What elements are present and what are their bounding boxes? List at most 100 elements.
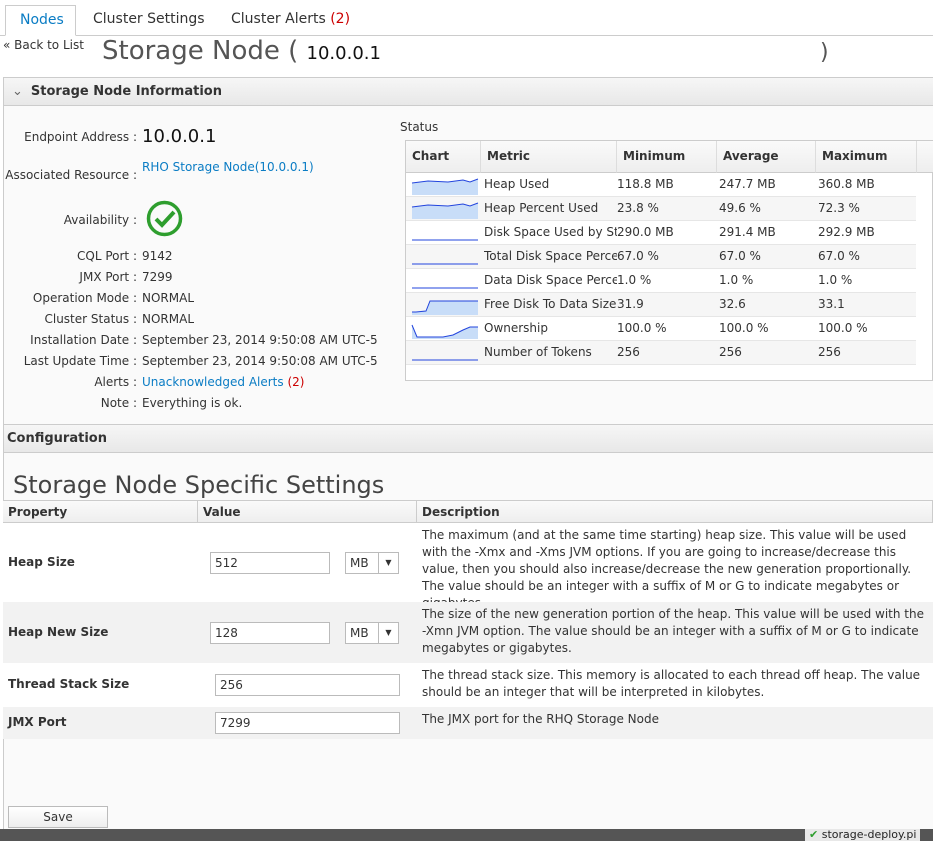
metric-max: 360.8 MB — [818, 177, 875, 191]
back-to-list-link[interactable]: « Back to List — [3, 38, 84, 52]
metric-min: 31.9 — [617, 297, 644, 311]
metric-name: Heap Used — [484, 177, 550, 191]
status-row[interactable]: Number of Tokens 256 256 256 — [406, 341, 916, 365]
check-circle-icon — [146, 200, 183, 240]
status-table: Chart Metric Minimum Average Maximum Hea… — [405, 140, 933, 381]
tab-label: Nodes — [20, 12, 64, 28]
property-name: Thread Stack Size — [8, 677, 130, 691]
status-row[interactable]: Total Disk Space Percer 67.0 % 67.0 % 67… — [406, 245, 916, 269]
metric-avg: 1.0 % — [719, 273, 754, 287]
metric-avg: 32.6 — [719, 297, 746, 311]
status-label: Status — [400, 120, 439, 134]
status-row[interactable]: Heap Used 118.8 MB 247.7 MB 360.8 MB — [406, 173, 916, 197]
title-address: 10.0.0.1 — [306, 43, 381, 64]
config-row: Heap New Size 128 MB ▼ The size of the ne… — [3, 602, 933, 663]
save-button[interactable]: Save — [8, 806, 108, 828]
sparkline-chart — [412, 239, 478, 241]
jmx-port: 7299 — [142, 270, 173, 284]
metric-name: Number of Tokens — [484, 345, 592, 359]
field-label: Availability : — [63, 213, 137, 227]
metric-min: 1.0 % — [617, 273, 652, 287]
title-prefix: Storage Node ( — [102, 36, 299, 66]
status-row[interactable]: Free Disk To Data Size F 31.9 32.6 33.1 — [406, 293, 916, 317]
sparkline-chart — [411, 178, 479, 195]
section-title: Configuration — [7, 431, 107, 446]
metric-name: Ownership — [484, 321, 548, 335]
field-label: CQL Port : — [77, 249, 137, 263]
field-label: Note : — [100, 396, 137, 410]
page-title: Storage Node ( 10.0.0.1 — [102, 36, 381, 66]
tab-label: Cluster Alerts — [231, 11, 326, 27]
field-label: Operation Mode : — [32, 291, 137, 305]
alert-count: (2) — [330, 11, 351, 27]
metric-max: 256 — [818, 345, 841, 359]
metric-avg: 100.0 % — [719, 321, 769, 335]
check-icon: ✔ — [809, 828, 819, 841]
sparkline-chart — [412, 300, 478, 315]
field-label: Installation Date : — [30, 333, 137, 347]
unacknowledged-alerts-link[interactable]: Unacknowledged Alerts — [142, 375, 284, 389]
cql-port: 9142 — [142, 249, 173, 263]
cluster-status: NORMAL — [142, 312, 195, 326]
field-label: Associated Resource : — [5, 168, 137, 182]
property-description: The maximum (and at the same time starti… — [422, 528, 912, 610]
column-header[interactable]: Chart — [406, 141, 481, 173]
installation-date: September 23, 2014 9:50:08 AM UTC-5 — [142, 333, 378, 347]
metric-min: 256 — [617, 345, 640, 359]
property-value-input[interactable]: 256 — [215, 674, 400, 696]
tab-label: Cluster Settings — [93, 11, 205, 27]
metric-min: 23.8 % — [617, 201, 659, 215]
associated-resource-link[interactable]: RHO Storage Node(10.0.0.1) — [142, 160, 314, 174]
tab-cluster-alerts[interactable]: Cluster Alerts (2) — [217, 5, 364, 36]
metric-avg: 247.7 MB — [719, 177, 776, 191]
endpoint-address: 10.0.0.1 — [142, 126, 217, 147]
metric-avg: 256 — [719, 345, 742, 359]
field-label: Cluster Status : — [44, 312, 137, 326]
unit-value: MB — [350, 625, 369, 640]
property-name: Heap New Size — [8, 624, 109, 639]
chevron-down-icon: ▼ — [378, 552, 398, 573]
metric-max: 100.0 % — [818, 321, 868, 335]
status-row[interactable]: Ownership 100.0 % 100.0 % 100.0 % — [406, 317, 916, 341]
tab-nodes[interactable]: Nodes — [5, 5, 76, 36]
status-row[interactable]: Data Disk Space Percen 1.0 % 1.0 % 1.0 % — [406, 269, 916, 293]
sparkline-chart — [411, 324, 478, 339]
metric-name: Data Disk Space Percen — [484, 273, 617, 287]
chevron-down-icon: ⌄ — [12, 84, 23, 99]
metric-name: Disk Space Used by Stor — [484, 225, 617, 239]
column-header-spacer — [917, 141, 933, 173]
field-label: Alerts : — [94, 375, 137, 389]
column-header: Description — [417, 500, 933, 523]
unit-select[interactable]: MB ▼ — [345, 551, 399, 574]
operation-mode: NORMAL — [142, 291, 195, 305]
column-header[interactable]: Minimum — [617, 141, 717, 173]
metric-avg: 67.0 % — [719, 249, 761, 263]
taskbar-item[interactable]: ✔ storage-deploy.pi — [805, 828, 921, 841]
tab-cluster-settings[interactable]: Cluster Settings — [79, 5, 219, 36]
column-header: Property — [3, 500, 198, 523]
field-label: JMX Port : — [79, 270, 137, 284]
property-value-input[interactable]: 128 — [210, 621, 330, 644]
metric-name: Free Disk To Data Size F — [484, 297, 617, 311]
metric-max: 1.0 % — [818, 273, 853, 287]
settings-title: Storage Node Specific Settings — [13, 471, 385, 499]
unit-select[interactable]: MB ▼ — [345, 621, 399, 644]
metric-max: 72.3 % — [818, 201, 860, 215]
sparkline-chart — [412, 359, 478, 361]
column-header[interactable]: Average — [717, 141, 816, 173]
alerts-count: (2) — [287, 375, 305, 389]
info-section-header[interactable]: ⌄ Storage Node Information — [4, 77, 933, 106]
metric-min: 67.0 % — [617, 249, 659, 263]
property-value-input[interactable]: 512 — [210, 551, 330, 574]
column-header[interactable]: Metric — [481, 141, 617, 173]
metric-min: 118.8 MB — [617, 177, 674, 191]
sparkline-chart — [412, 263, 478, 265]
property-value-input[interactable]: 7299 — [215, 712, 400, 734]
status-row[interactable]: Heap Percent Used 23.8 % 49.6 % 72.3 % — [406, 197, 916, 221]
property-description: The JMX port for the RHQ Storage Node — [422, 712, 659, 726]
sparkline-chart — [412, 287, 478, 289]
metric-max: 33.1 — [818, 297, 845, 311]
status-row[interactable]: Disk Space Used by Stor 290.0 MB 291.4 M… — [406, 221, 916, 245]
metric-min: 290.0 MB — [617, 225, 674, 239]
column-header[interactable]: Maximum — [816, 141, 917, 173]
